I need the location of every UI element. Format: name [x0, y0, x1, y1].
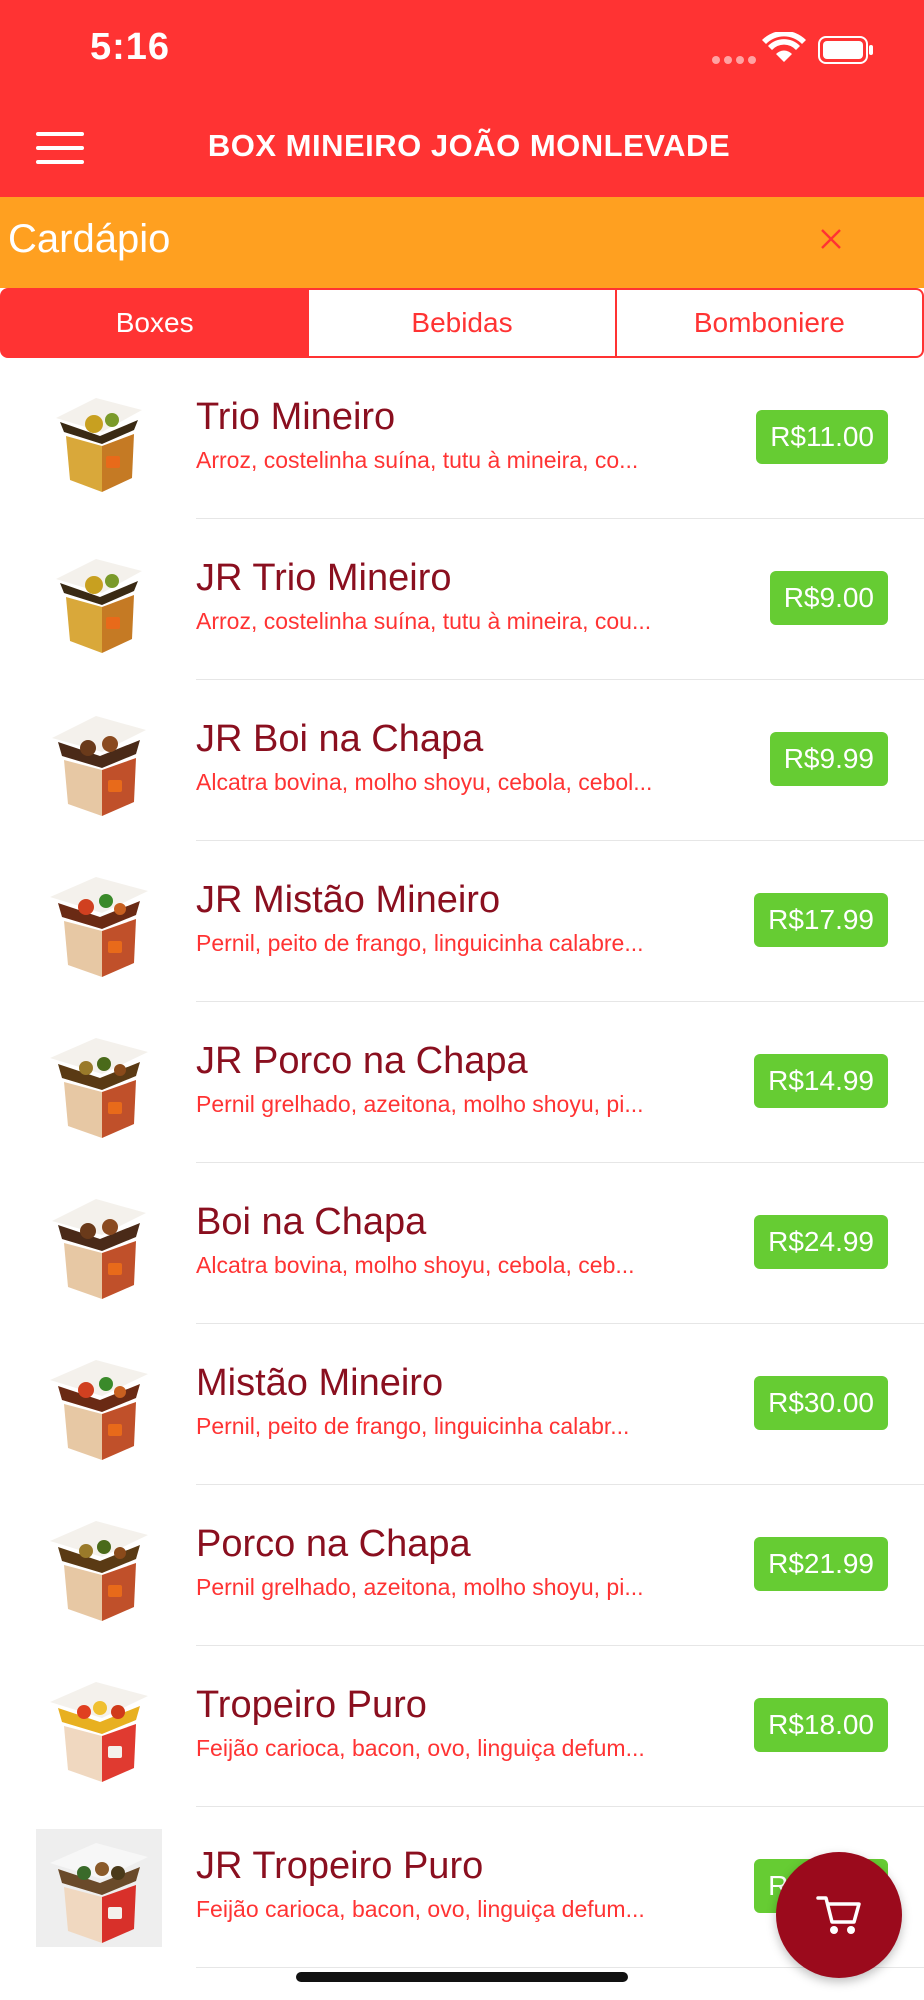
- price-badge[interactable]: R$11.00: [756, 410, 888, 464]
- tab-bomboniere[interactable]: Bomboniere: [616, 288, 924, 358]
- item-description: Pernil, peito de frango, linguicinha cal…: [196, 1413, 630, 1439]
- nav-bar: BOX MINEIRO JOÃO MONLEVADE: [0, 100, 924, 197]
- item-name: Tropeiro Puro: [196, 1684, 427, 1726]
- item-description: Arroz, costelinha suína, tutu à mineira,…: [196, 608, 652, 634]
- item-name: JR Porco na Chapa: [196, 1040, 528, 1082]
- item-description: Alcatra bovina, molho shoyu, cebola, ceb…: [196, 1252, 635, 1278]
- item-name: Mistão Mineiro: [196, 1362, 444, 1404]
- shopping-cart-icon: [816, 1896, 861, 1934]
- status-time: 5:16: [90, 26, 171, 68]
- status-bar: 5:16: [0, 0, 924, 100]
- box-trio-icon: [56, 398, 142, 492]
- box-beef-icon: [52, 716, 146, 816]
- item-name: Boi na Chapa: [196, 1201, 427, 1243]
- item-description: Feijão carioca, bacon, ovo, linguiça def…: [196, 1735, 645, 1761]
- item-description: Arroz, costelinha suína, tutu à mineira,…: [196, 447, 639, 473]
- box-trio-icon: [56, 559, 142, 653]
- nav-title: BOX MINEIRO JOÃO MONLEVADE: [207, 128, 731, 163]
- wifi-icon: [762, 32, 806, 62]
- home-indicator: [296, 1972, 628, 1982]
- item-description: Pernil, peito de frango, linguicinha cal…: [196, 930, 644, 956]
- item-description: Pernil grelhado, azeitona, molho shoyu, …: [196, 1574, 644, 1600]
- item-name: JR Tropeiro Puro: [196, 1845, 484, 1887]
- list-item[interactable]: JR Trio Mineiro Arroz, costelinha suína,…: [0, 519, 924, 680]
- list-item[interactable]: JR Porco na Chapa Pernil grelhado, azeit…: [0, 1002, 924, 1163]
- list-item[interactable]: Porco na Chapa Pernil grelhado, azeitona…: [0, 1485, 924, 1646]
- section-header: Cardápio: [0, 197, 924, 288]
- list-item[interactable]: JR Boi na Chapa Alcatra bovina, molho sh…: [0, 680, 924, 841]
- cellular-signal-icon: [712, 56, 756, 64]
- list-item[interactable]: JR Mistão Mineiro Pernil, peito de frang…: [0, 841, 924, 1002]
- price-badge[interactable]: R$30.00: [754, 1376, 888, 1430]
- product-list: Trio Mineiro Arroz, costelinha suína, tu…: [0, 358, 924, 1968]
- tab-bebidas[interactable]: Bebidas: [309, 288, 617, 358]
- item-name: JR Boi na Chapa: [196, 718, 484, 760]
- item-description: Feijão carioca, bacon, ovo, linguiça def…: [196, 1896, 645, 1922]
- list-item[interactable]: Trio Mineiro Arroz, costelinha suína, tu…: [0, 358, 924, 519]
- price-badge[interactable]: R$21.99: [754, 1537, 888, 1591]
- box-mixed-icon: [50, 1360, 148, 1460]
- battery-icon: [818, 36, 873, 64]
- box-mixed-icon: [50, 877, 148, 977]
- category-tabs: Boxes Bebidas Bomboniere: [0, 288, 924, 358]
- box-pork-icon: [50, 1521, 148, 1621]
- close-icon[interactable]: [814, 222, 848, 256]
- box-beef-icon: [52, 1199, 146, 1299]
- box-tropeiro-icon: [50, 1682, 148, 1782]
- box-pork-icon: [50, 1038, 148, 1138]
- list-item[interactable]: Tropeiro Puro Feijão carioca, bacon, ovo…: [0, 1646, 924, 1807]
- cart-button[interactable]: [776, 1852, 902, 1978]
- item-name: JR Trio Mineiro: [196, 557, 452, 599]
- item-name: JR Mistão Mineiro: [196, 879, 501, 921]
- item-name: Porco na Chapa: [196, 1523, 471, 1565]
- list-item[interactable]: Boi na Chapa Alcatra bovina, molho shoyu…: [0, 1163, 924, 1324]
- list-item[interactable]: Mistão Mineiro Pernil, peito de frango, …: [0, 1324, 924, 1485]
- price-badge[interactable]: R$14.99: [754, 1054, 888, 1108]
- tab-boxes[interactable]: Boxes: [0, 288, 310, 358]
- price-badge[interactable]: R$24.99: [754, 1215, 888, 1269]
- price-badge[interactable]: R$9.99: [769, 732, 888, 786]
- item-description: Alcatra bovina, molho shoyu, cebola, ceb…: [196, 769, 653, 795]
- box-tropeiro-icon: [36, 1829, 162, 1947]
- item-description: Pernil grelhado, azeitona, molho shoyu, …: [196, 1091, 644, 1117]
- price-badge[interactable]: R$18.00: [754, 1698, 888, 1752]
- item-name: Trio Mineiro: [196, 396, 396, 438]
- price-badge[interactable]: R$17.99: [754, 893, 888, 947]
- price-badge[interactable]: R$9.00: [769, 571, 888, 625]
- section-title: Cardápio: [8, 217, 171, 261]
